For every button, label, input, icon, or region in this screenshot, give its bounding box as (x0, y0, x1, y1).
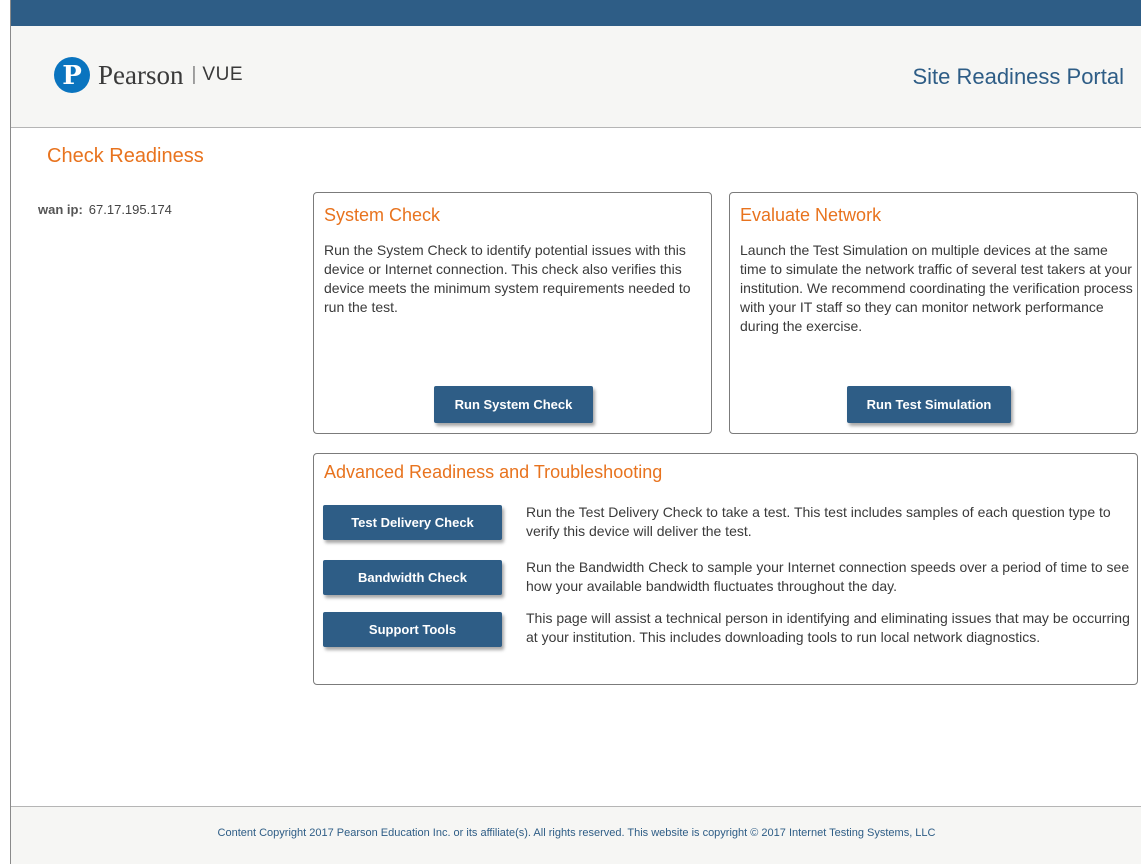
pearson-p-icon: P (54, 57, 90, 93)
evaluate-network-card: Evaluate Network Launch the Test Simulat… (729, 192, 1138, 434)
bandwidth-check-button[interactable]: Bandwidth Check (323, 560, 502, 595)
footer: Content Copyright 2017 Pearson Education… (11, 806, 1141, 864)
portal-title: Site Readiness Portal (912, 64, 1124, 89)
wan-ip: wan ip: 67.17.195.174 (38, 202, 172, 217)
support-tools-button[interactable]: Support Tools (323, 612, 502, 647)
page-frame: P Pearson | VUE Site Readiness Portal Ch… (10, 0, 1141, 864)
advanced-title: Advanced Readiness and Troubleshooting (324, 462, 663, 482)
header: P Pearson | VUE Site Readiness Portal (11, 26, 1141, 128)
wan-ip-value: 67.17.195.174 (88, 202, 172, 217)
evaluate-network-title: Evaluate Network (740, 205, 882, 225)
test-delivery-check-description: Run the Test Delivery Check to take a te… (526, 504, 1111, 539)
pearson-vue-logo[interactable]: P Pearson | VUE (54, 55, 243, 95)
run-system-check-button[interactable]: Run System Check (434, 386, 593, 423)
support-tools-description: This page will assist a technical person… (526, 610, 1130, 645)
test-delivery-check-button[interactable]: Test Delivery Check (323, 505, 502, 540)
evaluate-network-description: Launch the Test Simulation on multiple d… (740, 242, 1133, 334)
logo-separator: | (191, 64, 197, 85)
system-check-description: Run the System Check to identify potenti… (324, 242, 691, 315)
system-check-title: System Check (324, 205, 441, 225)
page-title: Check Readiness (47, 145, 204, 167)
bandwidth-check-description: Run the Bandwidth Check to sample your I… (526, 559, 1130, 594)
logo-vue: VUE (202, 64, 243, 85)
run-test-simulation-button[interactable]: Run Test Simulation (847, 386, 1011, 423)
logo-wordmark: Pearson (98, 59, 184, 90)
footer-copyright: Content Copyright 2017 Pearson Education… (217, 827, 936, 839)
top-bar (11, 0, 1141, 26)
logo-mark-letter: P (62, 60, 82, 91)
advanced-troubleshooting-card: Advanced Readiness and Troubleshooting T… (313, 453, 1138, 685)
wan-ip-label: wan ip: (38, 202, 83, 217)
system-check-card: System Check Run the System Check to ide… (313, 192, 712, 434)
